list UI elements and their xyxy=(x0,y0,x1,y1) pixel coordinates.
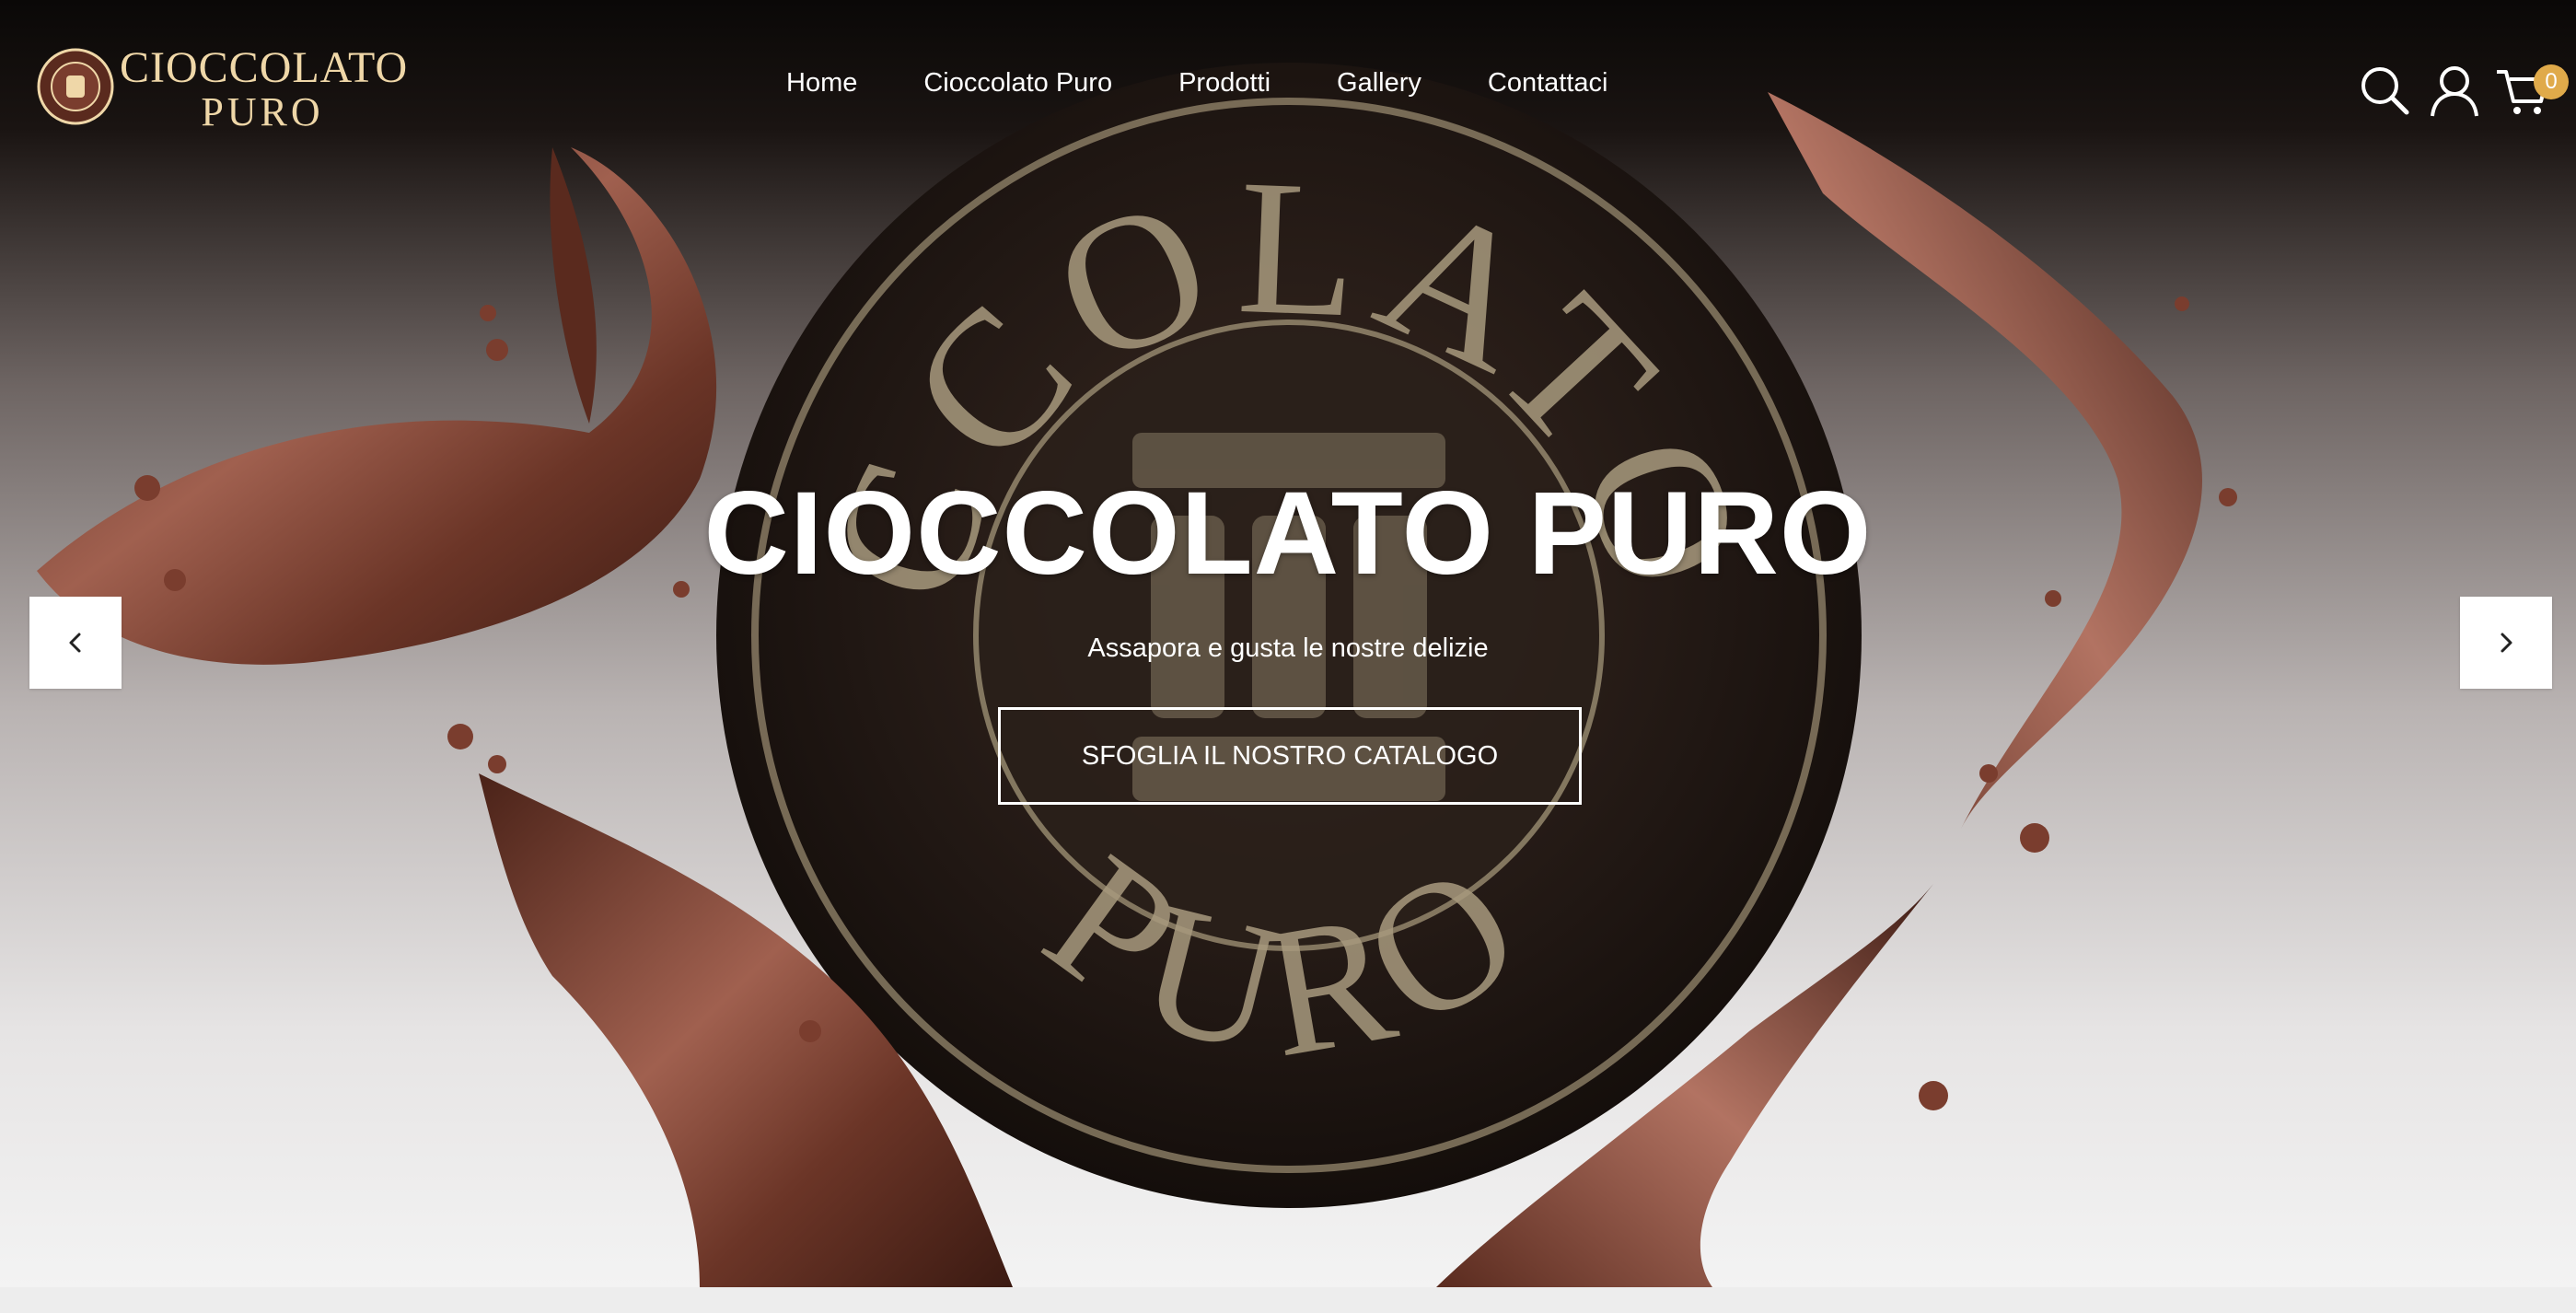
search-icon[interactable] xyxy=(2357,63,2412,118)
cart-count-badge: 0 xyxy=(2534,64,2569,99)
nav-item-contattaci[interactable]: Contattaci xyxy=(1488,68,1608,99)
slider-next-button[interactable] xyxy=(2460,597,2552,689)
nav-item-home[interactable]: Home xyxy=(786,68,857,99)
nav-item-prodotti[interactable]: Prodotti xyxy=(1178,68,1271,99)
user-icon[interactable] xyxy=(2427,63,2482,118)
logo-line-1: CIOCCOLATO xyxy=(120,43,409,92)
browse-catalog-button[interactable]: SFOGLIA IL NOSTRO CATALOGO xyxy=(998,707,1582,805)
hero-subtitle: Assapora e gusta le nostre delizie xyxy=(1087,633,1489,663)
nav-item-gallery[interactable]: Gallery xyxy=(1337,68,1421,99)
brand-logo[interactable]: CIOCCOLATO PURO xyxy=(37,43,409,133)
hero-slider: CCOLATO PURO CIOCCOLATO PURO Home Ciocco… xyxy=(0,0,2576,1287)
site-header: CIOCCOLATO PURO Home Cioccolato Puro Pro… xyxy=(0,0,2576,175)
nav-item-cioccolato-puro[interactable]: Cioccolato Puro xyxy=(923,68,1112,99)
main-nav: Home Cioccolato Puro Prodotti Gallery Co… xyxy=(786,68,1674,99)
chevron-left-icon xyxy=(69,633,81,653)
hero-title: CIOCCOLATO PURO xyxy=(703,468,1873,599)
slider-prev-button[interactable] xyxy=(29,597,122,689)
chevron-right-icon xyxy=(2501,633,2512,653)
page-bottom-strip xyxy=(0,1287,2576,1313)
logo-line-2: PURO xyxy=(201,89,324,134)
header-actions xyxy=(2357,63,2559,122)
logo-seal-icon xyxy=(37,48,114,125)
